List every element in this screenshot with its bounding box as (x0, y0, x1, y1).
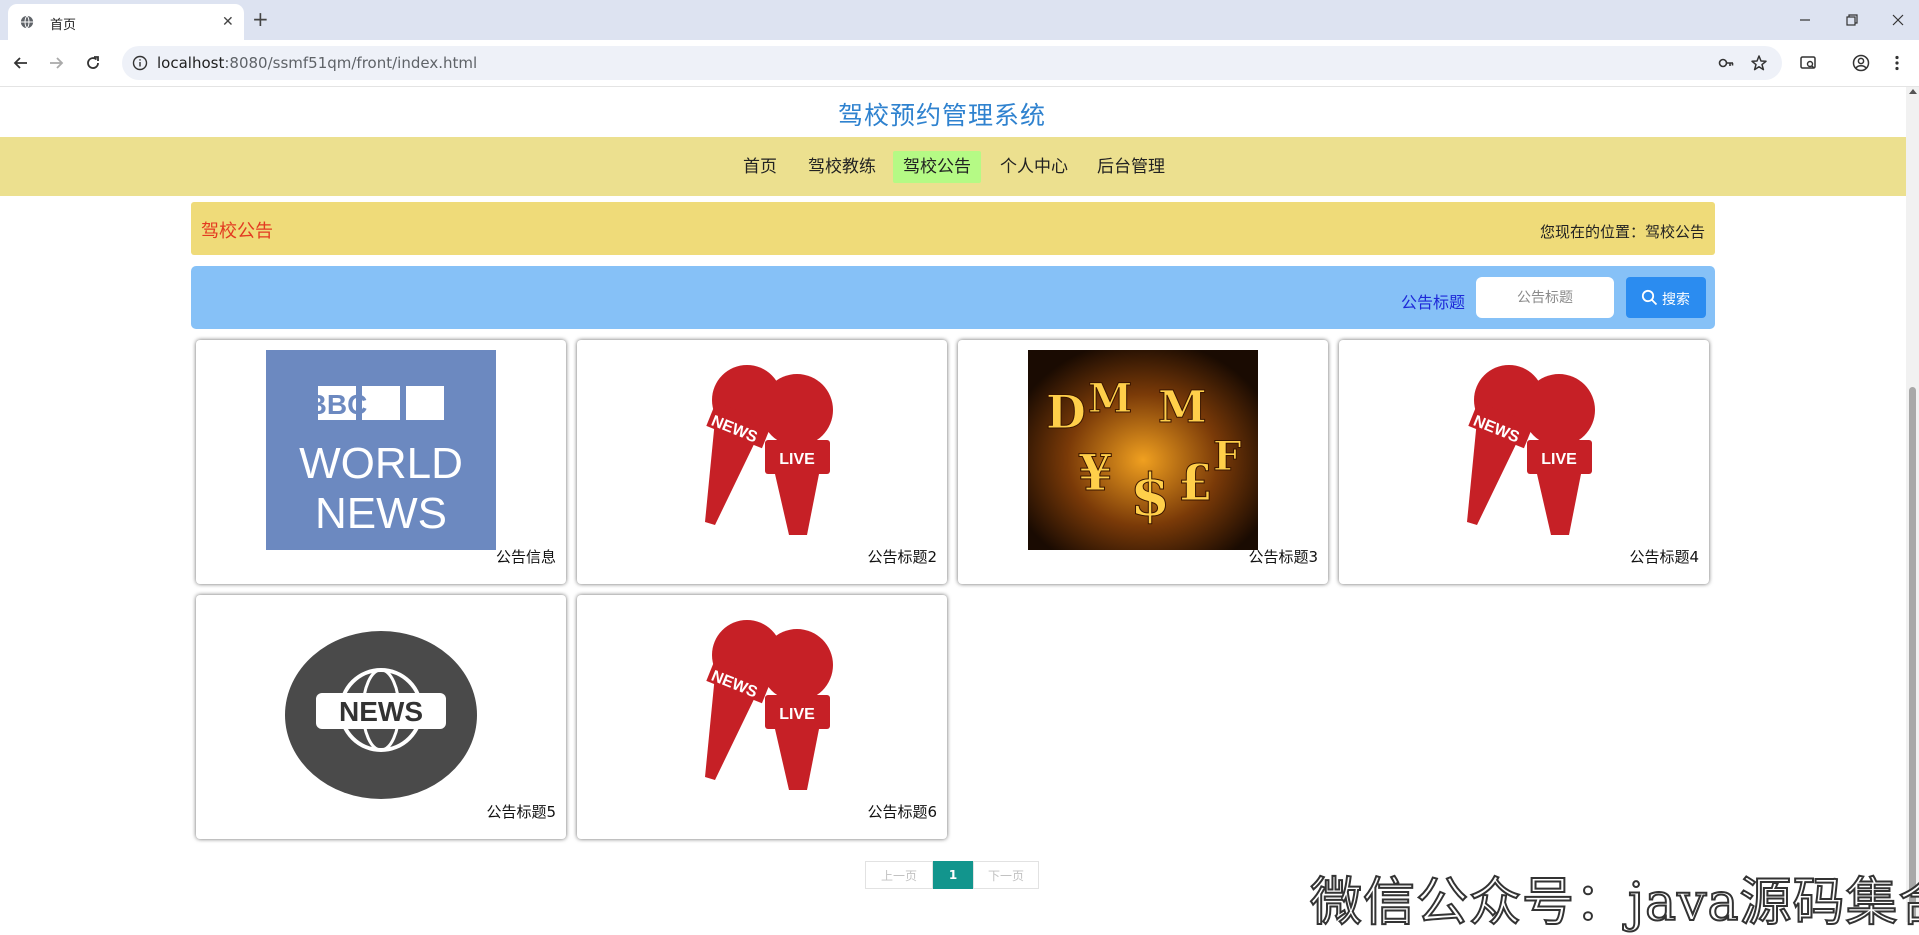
svg-text:M: M (1158, 382, 1207, 433)
svg-text:M: M (1088, 375, 1132, 422)
tab-title: 首页 (50, 18, 77, 33)
bookmark-star-icon[interactable] (1750, 54, 1768, 72)
card-title[interactable]: 公告标题5 (486, 801, 556, 822)
browser-titlebar: 首页 ✕ + (0, 0, 1919, 40)
nav-item-coaches[interactable]: 驾校教练 (798, 151, 886, 183)
forward-icon[interactable] (47, 54, 65, 72)
site-title: 驾校预约管理系统 (837, 101, 1046, 130)
url-host: localhost (157, 54, 225, 72)
announcement-card[interactable]: NEWS LIVE 公告标题2 (577, 340, 947, 584)
svg-text:$: $ (1130, 461, 1170, 529)
svg-text:F: F (1213, 433, 1241, 480)
breadcrumb-location: 您现在的位置：驾校公告 (1539, 223, 1705, 241)
password-key-icon[interactable] (1717, 54, 1735, 72)
profile-icon[interactable] (1852, 54, 1870, 72)
nav-item-announcements[interactable]: 驾校公告 (893, 151, 981, 183)
news-live-microphones-image: NEWS LIVE (705, 365, 833, 535)
announcement-card[interactable]: NEWS 公告标题5 (196, 595, 566, 839)
search-button-label: 搜索 (1662, 292, 1690, 308)
browser-toolbar: localhost:8080/ssmf51qm/front/index.html (0, 40, 1919, 87)
search-icon (1641, 289, 1658, 306)
news-live-microphones-image: NEWS LIVE (705, 620, 833, 790)
nav-item-personal-center[interactable]: 个人中心 (990, 151, 1078, 183)
announcement-card[interactable]: BBC WORLD NEWS 公告信息 (196, 340, 566, 584)
tab-close-icon[interactable]: ✕ (222, 13, 234, 31)
globe-news-text: NEWS (339, 696, 423, 727)
svg-text:¥: ¥ (1078, 443, 1113, 502)
address-bar[interactable]: localhost:8080/ssmf51qm/front/index.html (122, 46, 1782, 80)
next-page-button[interactable]: 下一页 (973, 861, 1039, 889)
svg-text:D: D (1046, 385, 1086, 439)
card-title[interactable]: 公告标题3 (1248, 546, 1318, 567)
currency-symbols-image: D M M ¥ $ £ F (1028, 350, 1258, 550)
watermark-text: 微信公众号：java源码集合 (1309, 872, 1919, 934)
breadcrumb: 驾校公告 您现在的位置：驾校公告 (191, 202, 1715, 255)
search-button[interactable]: 搜索 (1626, 277, 1706, 318)
close-window-icon[interactable] (1888, 10, 1908, 30)
news-globe-image: NEWS (285, 631, 477, 799)
menu-kebab-icon[interactable] (1888, 54, 1906, 72)
nav-item-admin[interactable]: 后台管理 (1087, 151, 1175, 183)
bbc-world-text: WORLD (299, 439, 463, 488)
new-tab-icon[interactable]: + (252, 9, 269, 29)
prev-page-button[interactable]: 上一页 (865, 861, 933, 889)
scrollbar-thumb[interactable] (1909, 387, 1916, 922)
browser-tab[interactable]: 首页 ✕ (8, 4, 244, 40)
search-label: 公告标题 (1401, 293, 1466, 312)
url-path: :8080/ssmf51qm/front/index.html (224, 54, 478, 72)
card-title[interactable]: 公告标题4 (1629, 546, 1699, 567)
svg-text:£: £ (1178, 453, 1213, 512)
announcement-card[interactable]: D M M ¥ $ £ F 公告标题3 (958, 340, 1328, 584)
card-title[interactable]: 公告标题6 (867, 801, 937, 822)
announcement-card[interactable]: NEWS LIVE 公告标题6 (577, 595, 947, 839)
tab-search-icon[interactable] (1799, 54, 1817, 72)
bbc-letter-b1: BBC (307, 389, 368, 420)
scroll-up-arrow-icon[interactable] (1909, 89, 1917, 94)
current-page-button[interactable]: 1 (933, 861, 973, 889)
card-title[interactable]: 公告信息 (496, 546, 556, 567)
pagination: 上一页 1 下一页 (865, 861, 1039, 889)
search-input[interactable] (1476, 277, 1614, 318)
site-info-icon[interactable] (132, 55, 148, 71)
bbc-news-text: NEWS (315, 489, 447, 538)
page-scrollbar[interactable] (1906, 87, 1919, 922)
announcement-card[interactable]: NEWS LIVE 公告标题4 (1339, 340, 1709, 584)
card-title[interactable]: 公告标题2 (867, 546, 937, 567)
bbc-world-news-image: BBC WORLD NEWS (266, 350, 496, 550)
nav-item-home[interactable]: 首页 (733, 151, 787, 183)
section-title: 驾校公告 (201, 221, 273, 242)
minimize-icon[interactable] (1795, 10, 1815, 30)
mic-live-text: LIVE (1541, 451, 1577, 468)
mic-live-text: LIVE (779, 706, 815, 723)
url-text[interactable]: localhost:8080/ssmf51qm/front/index.html (157, 54, 477, 72)
main-nav: 首页 驾校教练 驾校公告 个人中心 后台管理 (0, 137, 1906, 196)
restore-icon[interactable] (1842, 10, 1862, 30)
search-bar: 公告标题 搜索 (191, 266, 1715, 329)
back-icon[interactable] (12, 54, 30, 72)
reload-icon[interactable] (84, 54, 102, 72)
mic-live-text: LIVE (779, 451, 815, 468)
news-live-microphones-image: NEWS LIVE (1467, 365, 1595, 535)
globe-icon (20, 15, 34, 29)
